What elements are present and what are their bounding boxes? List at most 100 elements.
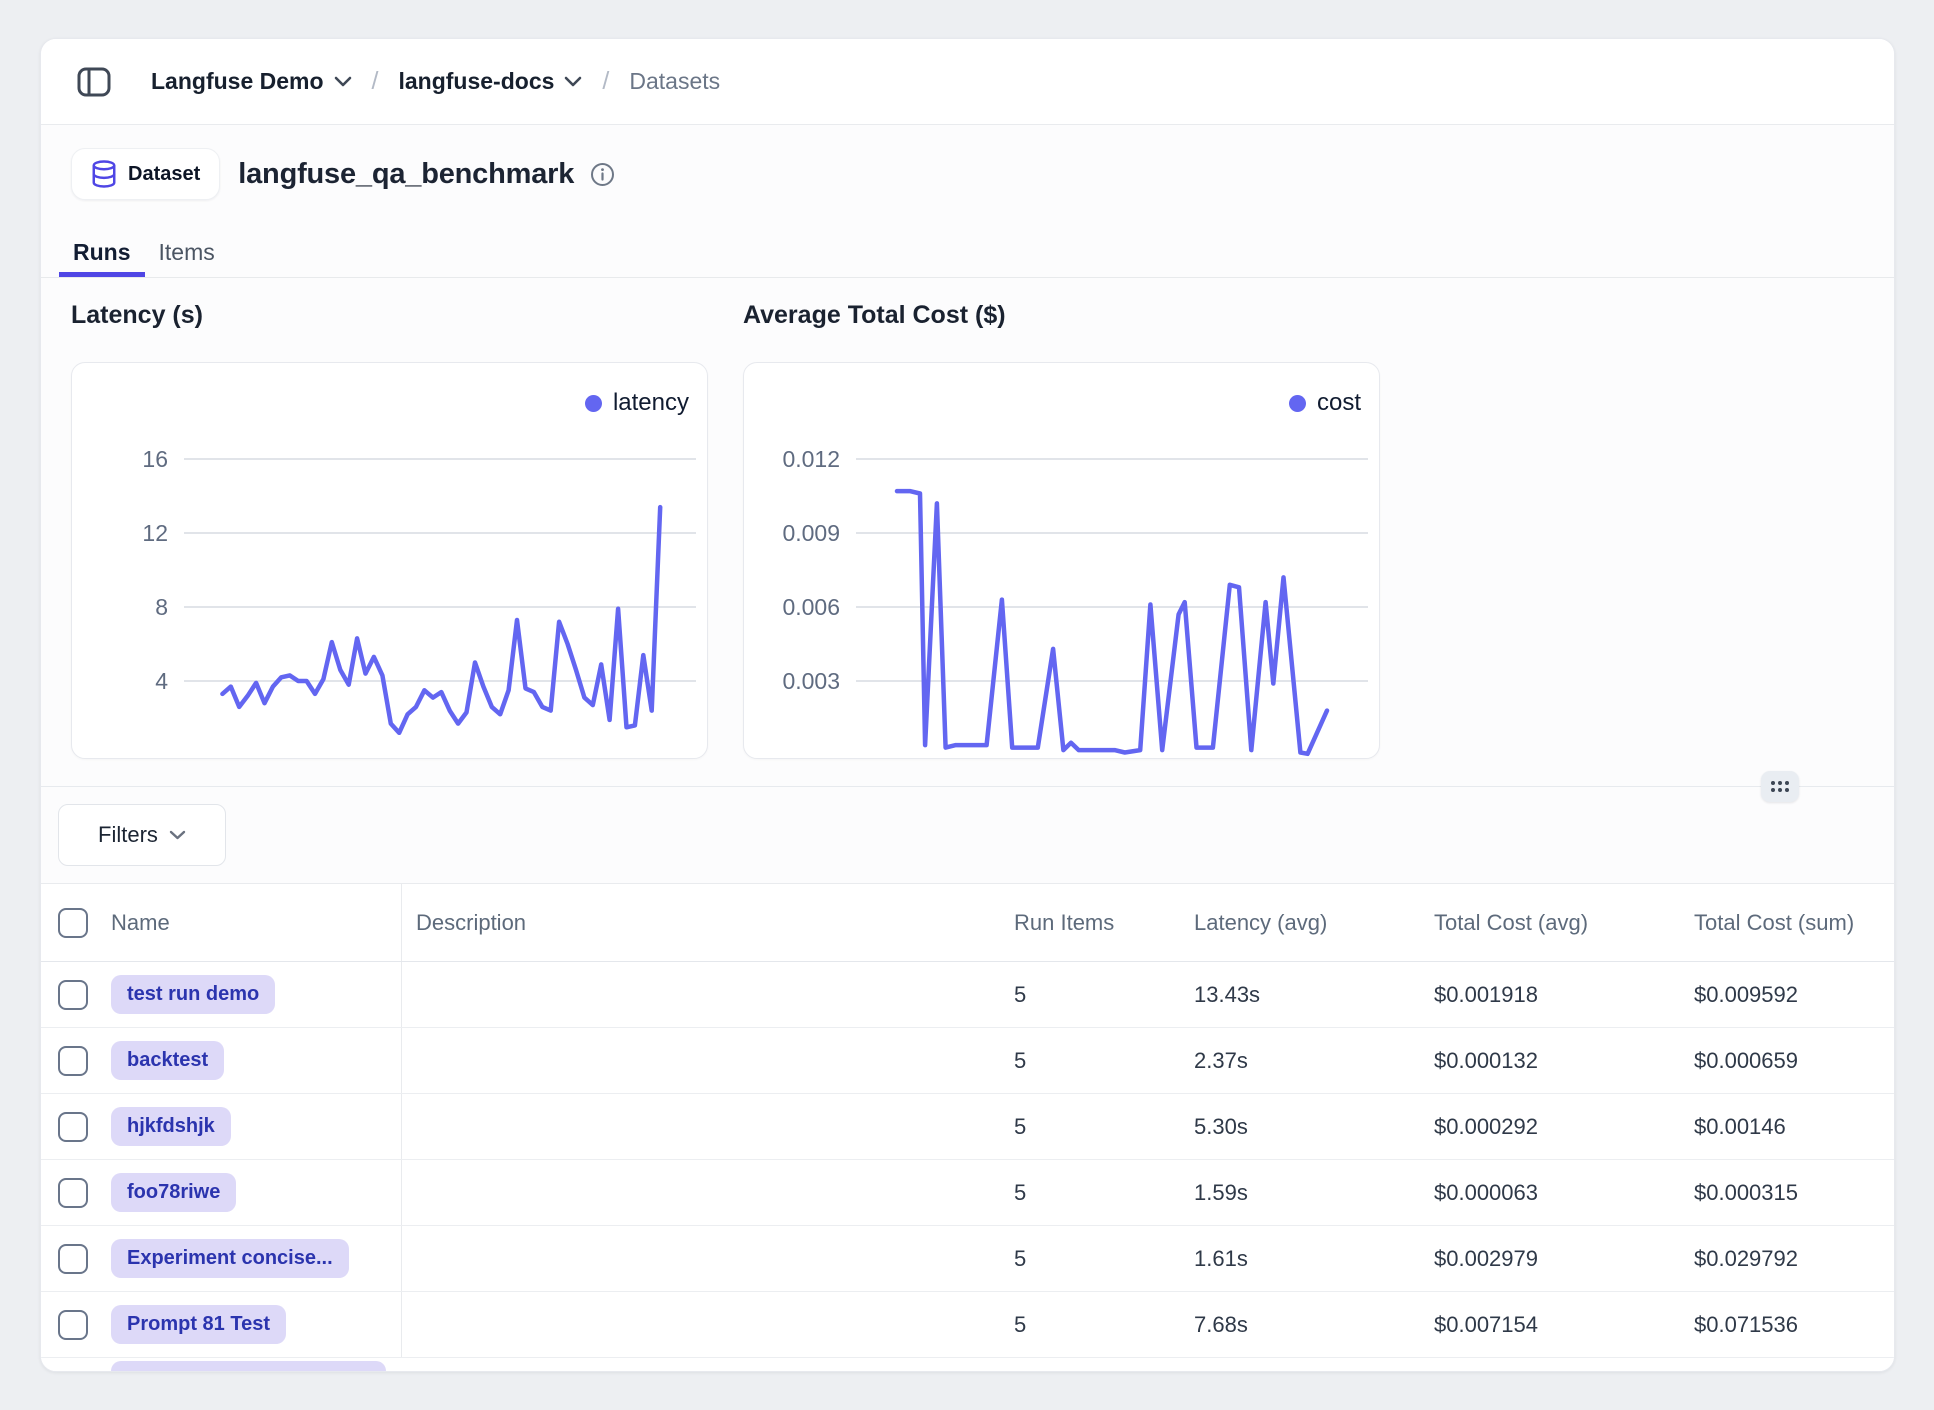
chevron-down-icon [334, 76, 352, 87]
latency-chart-title: Latency (s) [71, 300, 708, 330]
cost-chart-legend: cost [1289, 389, 1361, 417]
panel-left-icon [77, 67, 111, 97]
cell-run-items: 5 [1002, 1048, 1182, 1074]
grip-dots-icon [1770, 780, 1790, 793]
filters-row: Filters [41, 787, 1894, 883]
cell-total-cost-avg: $0.001918 [1422, 982, 1682, 1008]
cost-chart: cost 0.003 0.006 0.009 0.012 [743, 362, 1380, 759]
cell-run-items: 5 [1002, 982, 1182, 1008]
table-row: foo78riwe 5 1.59s $0.000063 $0.000315 [41, 1160, 1894, 1226]
svg-text:0.009: 0.009 [782, 520, 840, 546]
svg-text:0.012: 0.012 [782, 446, 840, 472]
latency-chart: latency 481216 [71, 362, 708, 759]
drag-handle-button[interactable] [1761, 771, 1799, 802]
dataset-badge-label: Dataset [128, 163, 200, 186]
filters-button[interactable]: Filters [58, 804, 226, 866]
tab-runs[interactable]: Runs [59, 232, 145, 277]
charts-row: Latency (s) latency 481216 Average Total… [41, 278, 1894, 759]
svg-text:16: 16 [142, 446, 168, 472]
legend-dot-icon [585, 395, 602, 412]
cell-total-cost-sum: $0.000659 [1682, 1048, 1894, 1074]
row-checkbox[interactable] [58, 1244, 88, 1274]
column-header-latency-avg: Latency (avg) [1182, 910, 1422, 936]
breadcrumb-project-label: langfuse-docs [398, 68, 554, 95]
breadcrumb-separator: / [372, 67, 379, 96]
tab-items[interactable]: Items [145, 232, 229, 277]
run-name-link[interactable]: foo78riwe [111, 1173, 236, 1212]
cell-run-items: 5 [1002, 1180, 1182, 1206]
breadcrumb-section[interactable]: Datasets [629, 68, 720, 95]
cell-latency-avg: 1.61s [1182, 1246, 1422, 1272]
sidebar-toggle-button[interactable] [77, 67, 111, 97]
info-icon[interactable] [590, 162, 615, 187]
breadcrumb-project[interactable]: langfuse-docs [398, 68, 582, 95]
row-checkbox[interactable] [58, 1046, 88, 1076]
cell-total-cost-sum: $0.029792 [1682, 1246, 1894, 1272]
cell-total-cost-avg: $0.000063 [1422, 1180, 1682, 1206]
row-checkbox[interactable] [58, 980, 88, 1010]
cell-total-cost-sum: $0.009592 [1682, 982, 1894, 1008]
breadcrumb-separator: / [602, 67, 609, 96]
cell-run-items: 5 [1002, 1246, 1182, 1272]
cell-total-cost-avg: $0.007154 [1422, 1312, 1682, 1338]
cell-latency-avg: 5.30s [1182, 1114, 1422, 1140]
column-header-name: Name [111, 910, 170, 936]
table-body: test run demo 5 13.43s $0.001918 $0.0095… [41, 962, 1894, 1358]
tabs-bar: Runs Items [41, 232, 1894, 278]
cell-total-cost-avg: $0.002979 [1422, 1246, 1682, 1272]
table-row-partial [41, 1358, 1894, 1372]
legend-label: cost [1317, 389, 1361, 417]
column-header-total-cost-avg: Total Cost (avg) [1422, 910, 1682, 936]
run-name-link[interactable]: backtest [111, 1041, 224, 1080]
cell-total-cost-avg: $0.000132 [1422, 1048, 1682, 1074]
svg-text:0.006: 0.006 [782, 594, 840, 620]
cell-total-cost-sum: $0.071536 [1682, 1312, 1894, 1338]
cell-latency-avg: 13.43s [1182, 982, 1422, 1008]
run-name-link[interactable]: test run demo [111, 975, 275, 1014]
app-card: Langfuse Demo / langfuse-docs / Datasets [40, 38, 1895, 1372]
svg-text:12: 12 [142, 520, 168, 546]
legend-label: latency [613, 389, 689, 417]
cell-total-cost-avg: $0.000292 [1422, 1114, 1682, 1140]
row-checkbox[interactable] [58, 1112, 88, 1142]
page-title: langfuse_qa_benchmark [238, 158, 574, 191]
column-header-total-cost-sum: Total Cost (sum) [1682, 910, 1894, 936]
cell-run-items: 5 [1002, 1114, 1182, 1140]
table-row: Prompt 81 Test 5 7.68s $0.007154 $0.0715… [41, 1292, 1894, 1358]
breadcrumb-org[interactable]: Langfuse Demo [151, 68, 352, 95]
table-row: hjkfdshjk 5 5.30s $0.000292 $0.00146 [41, 1094, 1894, 1160]
dataset-title-row: Dataset langfuse_qa_benchmark [41, 125, 1894, 200]
table-row: Experiment concise... 5 1.61s $0.002979 … [41, 1226, 1894, 1292]
cost-chart-block: Average Total Cost ($) cost 0.0030.0060.… [743, 300, 1380, 759]
table-row: test run demo 5 13.43s $0.001918 $0.0095… [41, 962, 1894, 1028]
row-checkbox[interactable] [58, 1310, 88, 1340]
section-divider [41, 786, 1894, 787]
runs-table: Name Description Run Items Latency (avg)… [41, 883, 1894, 1372]
svg-text:8: 8 [155, 594, 168, 620]
cell-latency-avg: 7.68s [1182, 1312, 1422, 1338]
page-content: Dataset langfuse_qa_benchmark Runs Items… [41, 125, 1894, 1372]
cell-total-cost-sum: $0.00146 [1682, 1114, 1894, 1140]
latency-line-chart: 481216 [72, 363, 707, 758]
latency-chart-block: Latency (s) latency 481216 [71, 300, 708, 759]
dataset-badge: Dataset [71, 148, 220, 200]
cost-line-chart: 0.003 0.006 0.009 0.012 [744, 363, 1379, 758]
svg-text:0.003: 0.003 [782, 668, 840, 694]
run-name-link[interactable]: Prompt 81 Test [111, 1305, 286, 1344]
run-name-link[interactable]: Experiment concise... [111, 1239, 349, 1278]
run-name-link[interactable] [111, 1361, 386, 1372]
cell-latency-avg: 1.59s [1182, 1180, 1422, 1206]
cell-run-items: 5 [1002, 1312, 1182, 1338]
row-checkbox[interactable] [58, 1178, 88, 1208]
filters-button-label: Filters [98, 822, 158, 848]
column-header-run-items: Run Items [1002, 910, 1182, 936]
table-header-row: Name Description Run Items Latency (avg)… [41, 884, 1894, 962]
select-all-checkbox[interactable] [58, 908, 88, 938]
database-icon [91, 160, 117, 188]
breadcrumb-org-label: Langfuse Demo [151, 68, 324, 95]
run-name-link[interactable]: hjkfdshjk [111, 1107, 231, 1146]
legend-dot-icon [1289, 395, 1306, 412]
chevron-down-icon [564, 76, 582, 87]
app-header: Langfuse Demo / langfuse-docs / Datasets [41, 39, 1894, 125]
cell-total-cost-sum: $0.000315 [1682, 1180, 1894, 1206]
